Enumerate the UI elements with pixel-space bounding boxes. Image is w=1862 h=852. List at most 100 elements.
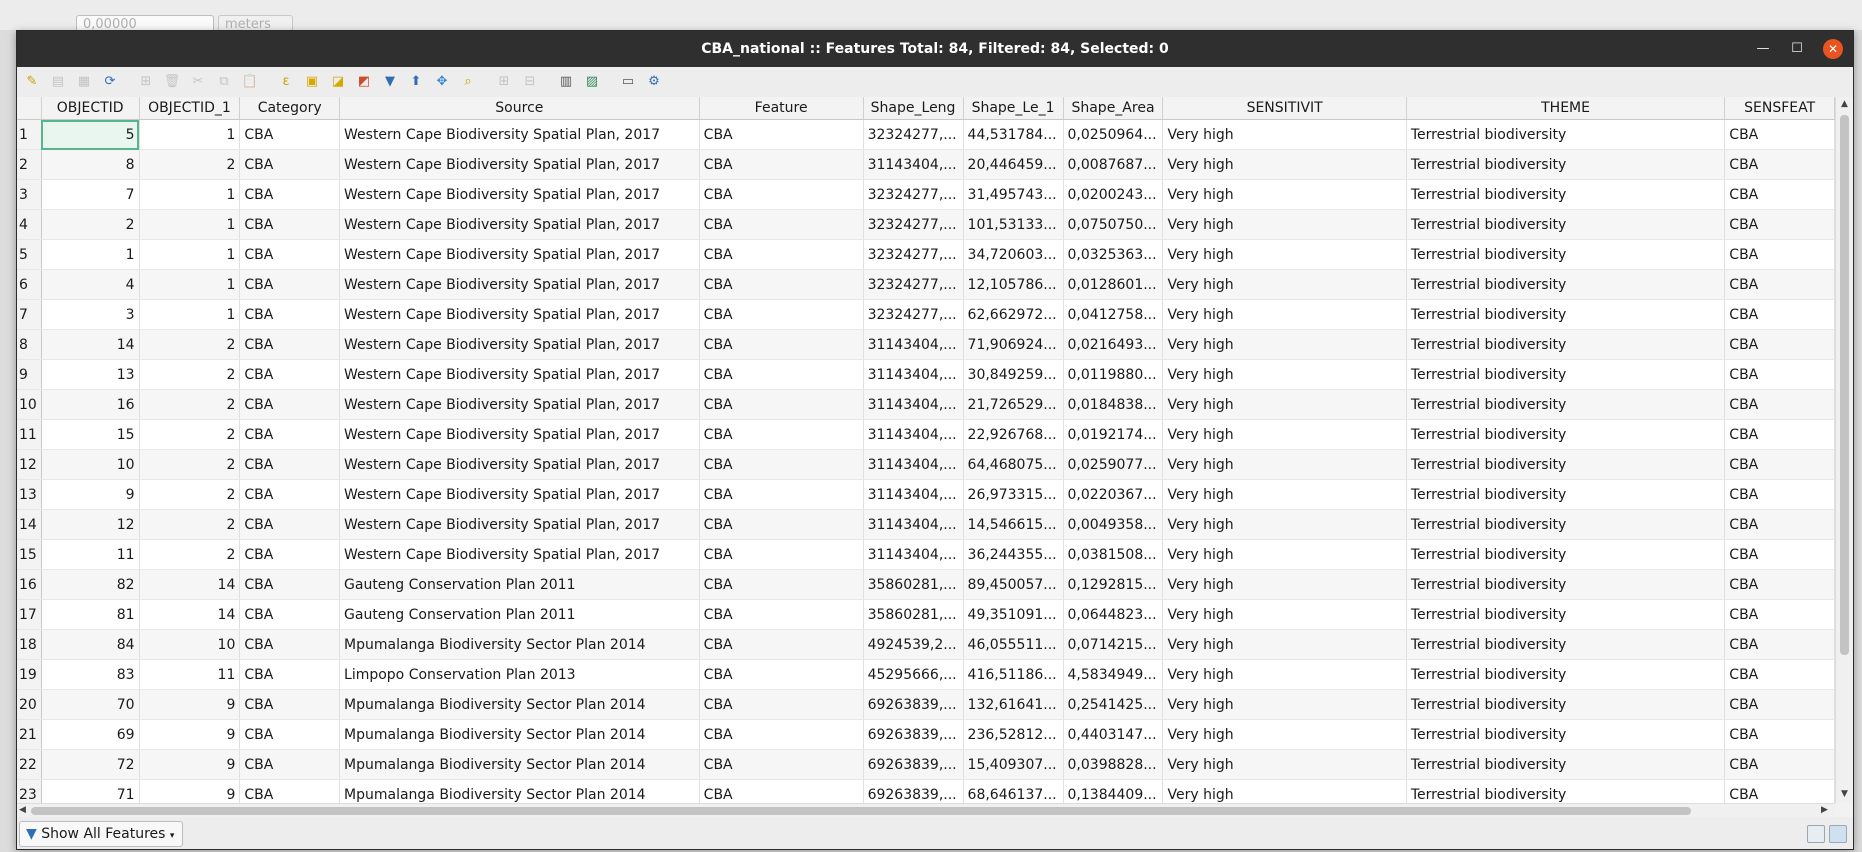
add-feature-icon[interactable]: ⊞	[137, 73, 155, 91]
table-cell[interactable]: Terrestrial biodiversity	[1406, 629, 1726, 660]
table-cell[interactable]: CBA	[699, 719, 864, 750]
table-cell[interactable]: 31143404,...	[863, 149, 964, 180]
column-header-objectid-1[interactable]: OBJECTID_1	[139, 97, 241, 120]
table-row[interactable]: 20 70 9 CBA Mpumalanga Biodiversity Sector P…	[17, 689, 1835, 720]
table-cell[interactable]: 14,546615...	[963, 509, 1064, 540]
table-cell[interactable]: Western Cape Biodiversity Spatial Plan, …	[339, 119, 700, 150]
table-row[interactable]: 3 7 1 CBA Western Cape Biodiversity Spatial …	[17, 179, 1835, 210]
table-row[interactable]: 10 16 2 CBA Western Cape Biodiversity Spatia…	[17, 389, 1835, 420]
table-cell[interactable]: CBA	[699, 569, 864, 600]
table-cell[interactable]: CBA	[1724, 539, 1835, 570]
row-number[interactable]: 1	[17, 119, 42, 150]
column-header-category[interactable]: Category	[239, 97, 341, 120]
table-cell[interactable]: 83	[41, 659, 140, 690]
table-cell[interactable]: Terrestrial biodiversity	[1406, 389, 1726, 420]
horizontal-scroll-thumb[interactable]	[31, 807, 1691, 815]
table-cell[interactable]: 69263839,...	[863, 779, 964, 803]
deselect-all-icon[interactable]: ◩	[355, 73, 373, 91]
table-cell[interactable]: CBA	[1724, 779, 1835, 803]
vertical-scrollbar[interactable]: ▲ ▼	[1835, 97, 1853, 803]
table-cell[interactable]: CBA	[1724, 359, 1835, 390]
table-cell[interactable]: Very high	[1162, 689, 1407, 720]
table-cell[interactable]: 0,0184838...	[1063, 389, 1164, 420]
vertical-scroll-thumb[interactable]	[1840, 115, 1849, 655]
table-cell[interactable]: Mpumalanga Biodiversity Sector Plan 2014	[339, 689, 700, 720]
table-cell[interactable]: 416,51186...	[963, 659, 1064, 690]
table-cell[interactable]: Very high	[1162, 599, 1407, 630]
table-cell[interactable]: 2	[139, 449, 241, 480]
table-cell[interactable]: 35860281,...	[863, 569, 964, 600]
table-row[interactable]: 12 10 2 CBA Western Cape Biodiversity Spatia…	[17, 449, 1835, 480]
table-cell[interactable]: CBA	[1724, 599, 1835, 630]
column-header-sensitivit[interactable]: SENSITIVIT	[1162, 97, 1407, 120]
table-cell[interactable]: 2	[139, 389, 241, 420]
table-cell[interactable]: 15	[41, 419, 140, 450]
table-cell[interactable]: CBA	[699, 149, 864, 180]
table-cell[interactable]: CBA	[699, 359, 864, 390]
row-number[interactable]: 21	[17, 719, 42, 750]
table-cell[interactable]: 62,662972...	[963, 299, 1064, 330]
table-cell[interactable]: CBA	[239, 359, 341, 390]
table-cell[interactable]: 0,1384409...	[1063, 779, 1164, 803]
table-cell[interactable]: CBA	[1724, 749, 1835, 780]
table-cell[interactable]: 1	[139, 239, 241, 270]
scroll-right-arrow-icon[interactable]: ▶	[1821, 805, 1828, 815]
table-cell[interactable]: Very high	[1162, 749, 1407, 780]
show-all-features-button[interactable]: ▼ Show All Features ▾	[19, 821, 184, 847]
table-cell[interactable]: 14	[139, 599, 241, 630]
table-view-button[interactable]	[1829, 825, 1847, 843]
table-cell[interactable]: CBA	[699, 389, 864, 420]
actions-icon[interactable]: ⚙	[645, 73, 663, 91]
table-cell[interactable]: 31143404,...	[863, 449, 964, 480]
table-cell[interactable]: 32324277,...	[863, 119, 964, 150]
table-cell[interactable]: Very high	[1162, 299, 1407, 330]
table-cell[interactable]: 9	[139, 689, 241, 720]
table-cell[interactable]: Terrestrial biodiversity	[1406, 299, 1726, 330]
table-cell[interactable]: Very high	[1162, 479, 1407, 510]
table-cell[interactable]: 26,973315...	[963, 479, 1064, 510]
row-number[interactable]: 12	[17, 449, 42, 480]
table-cell[interactable]: Very high	[1162, 239, 1407, 270]
table-cell[interactable]: CBA	[239, 269, 341, 300]
table-cell[interactable]: Western Cape Biodiversity Spatial Plan, …	[339, 269, 700, 300]
table-cell[interactable]: Mpumalanga Biodiversity Sector Plan 2014	[339, 719, 700, 750]
table-cell[interactable]: 1	[139, 179, 241, 210]
scroll-down-arrow-icon[interactable]: ▼	[1841, 789, 1848, 799]
row-number[interactable]: 6	[17, 269, 42, 300]
select-all-icon[interactable]: ▣	[303, 73, 321, 91]
table-cell[interactable]: 8	[41, 149, 140, 180]
table-cell[interactable]: 31143404,...	[863, 359, 964, 390]
table-cell[interactable]: CBA	[699, 689, 864, 720]
table-row[interactable]: 18 84 10 CBA Mpumalanga Biodiversity Sector …	[17, 629, 1835, 660]
table-row[interactable]: 9 13 2 CBA Western Cape Biodiversity Spatial…	[17, 359, 1835, 390]
table-cell[interactable]: 0,0220367...	[1063, 479, 1164, 510]
table-cell[interactable]: CBA	[1724, 509, 1835, 540]
filter-select-icon[interactable]: ▼	[381, 73, 399, 91]
table-cell[interactable]: 16	[41, 389, 140, 420]
table-cell[interactable]: 72	[41, 749, 140, 780]
column-header-feature[interactable]: Feature	[699, 97, 864, 120]
table-cell[interactable]: 30,849259...	[963, 359, 1064, 390]
table-cell[interactable]: CBA	[699, 329, 864, 360]
table-cell[interactable]: 1	[139, 299, 241, 330]
table-cell[interactable]: 31143404,...	[863, 329, 964, 360]
row-number-header[interactable]	[17, 97, 42, 120]
column-header-source[interactable]: Source	[339, 97, 700, 120]
table-cell[interactable]: CBA	[1724, 659, 1835, 690]
dock-table-icon[interactable]: ▭	[619, 73, 637, 91]
table-cell[interactable]: CBA	[699, 779, 864, 803]
table-cell[interactable]: 1	[139, 119, 241, 150]
table-cell[interactable]: 0,0216493...	[1063, 329, 1164, 360]
form-view-button[interactable]	[1807, 825, 1825, 843]
table-cell[interactable]: Very high	[1162, 509, 1407, 540]
table-row[interactable]: 22 72 9 CBA Mpumalanga Biodiversity Sector P…	[17, 749, 1835, 780]
table-cell[interactable]: CBA	[699, 509, 864, 540]
table-cell[interactable]: CBA	[239, 749, 341, 780]
table-row[interactable]: 21 69 9 CBA Mpumalanga Biodiversity Sector P…	[17, 719, 1835, 750]
table-row[interactable]: 5 1 1 CBA Western Cape Biodiversity Spatial …	[17, 239, 1835, 270]
table-cell[interactable]: CBA	[699, 749, 864, 780]
table-cell[interactable]: 1	[139, 209, 241, 240]
row-number[interactable]: 19	[17, 659, 42, 690]
table-cell[interactable]: 0,0398828...	[1063, 749, 1164, 780]
table-cell[interactable]: 32324277,...	[863, 269, 964, 300]
